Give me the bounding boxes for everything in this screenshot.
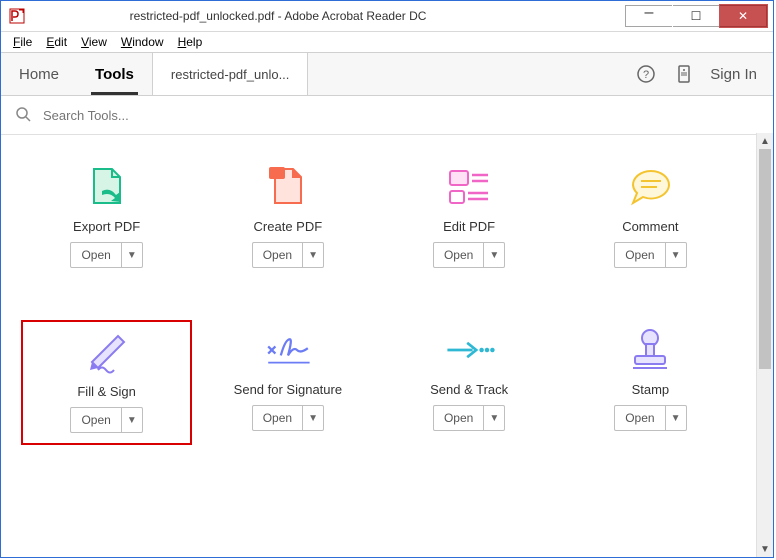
stamp-icon bbox=[623, 326, 677, 374]
tool-stamp[interactable]: Stamp Open ▼ bbox=[565, 320, 736, 445]
tool-label: Edit PDF bbox=[443, 219, 495, 234]
chevron-down-icon[interactable]: ▼ bbox=[484, 406, 504, 430]
menu-window[interactable]: Window bbox=[115, 34, 170, 50]
close-button[interactable] bbox=[720, 5, 767, 27]
comment-icon bbox=[623, 163, 677, 211]
minimize-button[interactable] bbox=[625, 5, 673, 27]
open-button[interactable]: Open ▼ bbox=[614, 405, 686, 431]
tool-label: Send for Signature bbox=[234, 382, 342, 397]
tool-edit-pdf[interactable]: Edit PDF Open ▼ bbox=[384, 157, 555, 278]
tab-tools[interactable]: Tools bbox=[77, 53, 152, 95]
tab-home[interactable]: Home bbox=[1, 53, 77, 95]
chevron-down-icon[interactable]: ▼ bbox=[666, 243, 686, 267]
window-controls bbox=[625, 5, 767, 27]
tabbar: Home Tools restricted-pdf_unlo... ? Sign… bbox=[1, 52, 773, 96]
tool-label: Fill & Sign bbox=[77, 384, 136, 399]
menu-help[interactable]: Help bbox=[172, 34, 209, 50]
send-signature-icon bbox=[261, 326, 315, 374]
maximize-button[interactable] bbox=[673, 5, 720, 27]
open-button[interactable]: Open ▼ bbox=[252, 405, 324, 431]
window-title: restricted-pdf_unlocked.pdf - Adobe Acro… bbox=[0, 9, 625, 23]
create-pdf-icon bbox=[261, 163, 315, 211]
tool-label: Stamp bbox=[632, 382, 670, 397]
help-icon[interactable]: ? bbox=[634, 62, 658, 86]
app-window: restricted-pdf_unlocked.pdf - Adobe Acro… bbox=[0, 0, 774, 558]
scroll-thumb[interactable] bbox=[759, 149, 771, 369]
tool-create-pdf[interactable]: Create PDF Open ▼ bbox=[202, 157, 373, 278]
tool-label: Export PDF bbox=[73, 219, 140, 234]
searchbar bbox=[1, 96, 773, 135]
tool-export-pdf[interactable]: Export PDF Open ▼ bbox=[21, 157, 192, 278]
menu-edit[interactable]: Edit bbox=[40, 34, 73, 50]
search-icon bbox=[15, 106, 31, 125]
menubar: File Edit View Window Help bbox=[1, 32, 773, 52]
open-button[interactable]: Open ▼ bbox=[433, 242, 505, 268]
titlebar: restricted-pdf_unlocked.pdf - Adobe Acro… bbox=[1, 1, 773, 32]
tool-send-track[interactable]: Send & Track Open ▼ bbox=[384, 320, 555, 445]
content-area: Export PDF Open ▼ Creat bbox=[1, 133, 773, 557]
scroll-up-icon[interactable]: ▲ bbox=[757, 133, 773, 149]
send-track-icon bbox=[442, 326, 496, 374]
chevron-down-icon[interactable]: ▼ bbox=[303, 406, 323, 430]
edit-pdf-icon bbox=[442, 163, 496, 211]
scroll-down-icon[interactable]: ▼ bbox=[757, 541, 773, 557]
chevron-down-icon[interactable]: ▼ bbox=[122, 243, 142, 267]
open-button[interactable]: Open ▼ bbox=[252, 242, 324, 268]
tool-comment[interactable]: Comment Open ▼ bbox=[565, 157, 736, 278]
tool-send-signature[interactable]: Send for Signature Open ▼ bbox=[202, 320, 373, 445]
svg-text:?: ? bbox=[643, 69, 649, 81]
tool-fill-sign[interactable]: Fill & Sign Open ▼ bbox=[21, 320, 192, 445]
tool-label: Create PDF bbox=[254, 219, 323, 234]
scrollbar[interactable]: ▲ ▼ bbox=[756, 133, 773, 557]
chevron-down-icon[interactable]: ▼ bbox=[484, 243, 504, 267]
menu-file[interactable]: File bbox=[7, 34, 38, 50]
chevron-down-icon[interactable]: ▼ bbox=[666, 406, 686, 430]
open-button[interactable]: Open ▼ bbox=[433, 405, 505, 431]
header-right: ? Sign In bbox=[618, 53, 773, 95]
chevron-down-icon[interactable]: ▼ bbox=[122, 408, 142, 432]
fill-sign-icon bbox=[80, 328, 134, 376]
tool-label: Send & Track bbox=[430, 382, 508, 397]
search-input[interactable] bbox=[41, 107, 759, 124]
open-button[interactable]: Open ▼ bbox=[70, 242, 142, 268]
tab-document[interactable]: restricted-pdf_unlo... bbox=[152, 53, 309, 95]
tool-label: Comment bbox=[622, 219, 678, 234]
export-pdf-icon bbox=[80, 163, 134, 211]
sign-in-button[interactable]: Sign In bbox=[710, 66, 757, 83]
mobile-icon[interactable] bbox=[672, 62, 696, 86]
menu-view[interactable]: View bbox=[75, 34, 113, 50]
tools-grid: Export PDF Open ▼ Creat bbox=[1, 133, 756, 557]
chevron-down-icon[interactable]: ▼ bbox=[303, 243, 323, 267]
open-button[interactable]: Open ▼ bbox=[614, 242, 686, 268]
open-button[interactable]: Open ▼ bbox=[70, 407, 142, 433]
